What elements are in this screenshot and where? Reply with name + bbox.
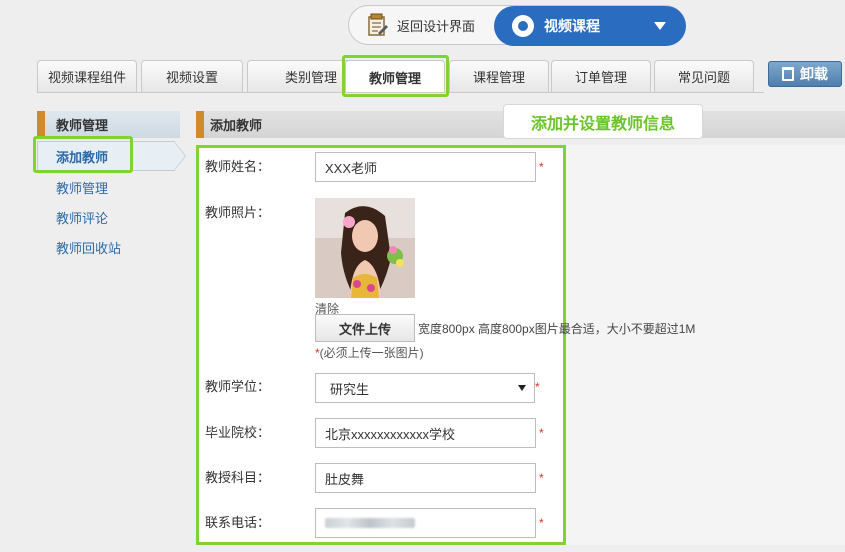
phone-label: 联系电话： xyxy=(205,515,271,530)
uninstall-label: 卸载 xyxy=(800,66,828,82)
course-selector-label: 视频课程 xyxy=(544,18,600,34)
tab-label: 订单管理 xyxy=(574,70,627,85)
sidebar-item-label[interactable]: 添加教师 xyxy=(56,147,108,166)
section-title: 添加教师 xyxy=(210,118,263,133)
chevron-down-icon xyxy=(654,22,666,30)
photo-label: 教师照片： xyxy=(205,205,271,220)
sidebar-item-teacher-management[interactable]: 教师管理 xyxy=(56,178,108,197)
upload-note-text: (必须上传一张图片) xyxy=(319,346,424,360)
degree-select[interactable]: 研究生 xyxy=(315,373,535,403)
teacher-name-value: XXX老师 xyxy=(325,160,378,176)
tab-video-settings[interactable]: 视频设置 xyxy=(141,60,243,92)
school-label: 毕业院校： xyxy=(205,425,271,440)
tab-label: 视频课程组件 xyxy=(47,70,126,85)
tab-order-management[interactable]: 订单管理 xyxy=(551,60,651,92)
phone-input[interactable] xyxy=(315,508,536,538)
school-input-value: 北京xxxxxxxxxxxx学校 xyxy=(325,426,456,442)
name-label: 教师姓名： xyxy=(205,159,271,174)
required-mark: * xyxy=(539,426,544,440)
form-extension-area xyxy=(566,145,845,545)
tab-label: 类别管理 xyxy=(284,70,337,85)
tab-faq[interactable]: 常见问题 xyxy=(654,60,754,92)
required-mark: * xyxy=(539,471,544,485)
top-control: 返回设计界面 视频课程 xyxy=(348,5,686,46)
uninstall-button[interactable]: 卸载 xyxy=(768,61,842,87)
tab-course-management[interactable]: 课程管理 xyxy=(449,60,549,92)
subject-input-value: 肚皮舞 xyxy=(325,471,365,487)
sidebar-header: 教师管理 xyxy=(37,111,180,138)
tab-divider xyxy=(37,92,764,93)
gear-icon xyxy=(512,15,534,37)
tab-label: 视频设置 xyxy=(165,70,218,85)
course-selector[interactable]: 视频课程 xyxy=(494,6,686,46)
tab-label: 教师管理 xyxy=(368,70,421,86)
callout-tooltip: 添加并设置教师信息 xyxy=(503,104,703,139)
sidebar-item-teacher-comments[interactable]: 教师评论 xyxy=(56,208,108,227)
dropdown-arrow-icon xyxy=(518,385,526,391)
tab-label: 常见问题 xyxy=(677,70,730,85)
teacher-photo xyxy=(315,198,415,298)
design-board-icon xyxy=(367,13,389,37)
sidebar-header-label: 教师管理 xyxy=(56,118,109,133)
teacher-name-input[interactable]: XXX老师 xyxy=(315,152,536,182)
tab-course-component[interactable]: 视频课程组件 xyxy=(37,60,137,92)
blurred-phone-value xyxy=(325,518,415,528)
required-mark: * xyxy=(535,380,540,394)
file-upload-label: 文件上传 xyxy=(338,321,391,337)
tab-teacher-management[interactable]: 教师管理 xyxy=(345,60,445,93)
degree-select-value: 研究生 xyxy=(330,381,370,397)
required-mark: * xyxy=(539,160,544,174)
subject-label: 教授科目： xyxy=(205,470,271,485)
required-mark: * xyxy=(539,516,544,530)
upload-size-hint: 宽度800px 高度800px图片最合适，大小不要超过1M xyxy=(418,322,696,336)
back-to-design-label: 返回设计界面 xyxy=(397,18,476,34)
trash-icon xyxy=(782,67,794,81)
sidebar-item-teacher-recycle-bin[interactable]: 教师回收站 xyxy=(56,238,121,257)
back-to-design-button[interactable]: 返回设计界面 xyxy=(367,12,475,38)
tab-label: 课程管理 xyxy=(472,70,525,85)
school-input[interactable]: 北京xxxxxxxxxxxx学校 xyxy=(315,418,536,448)
upload-required-note: *(必须上传一张图片) xyxy=(315,344,424,361)
callout-text: 添加并设置教师信息 xyxy=(530,115,675,133)
subject-input[interactable]: 肚皮舞 xyxy=(315,463,536,493)
degree-label: 教师学位： xyxy=(205,379,271,394)
active-item-arrow-fill xyxy=(174,142,185,170)
file-upload-button[interactable]: 文件上传 xyxy=(315,314,415,342)
